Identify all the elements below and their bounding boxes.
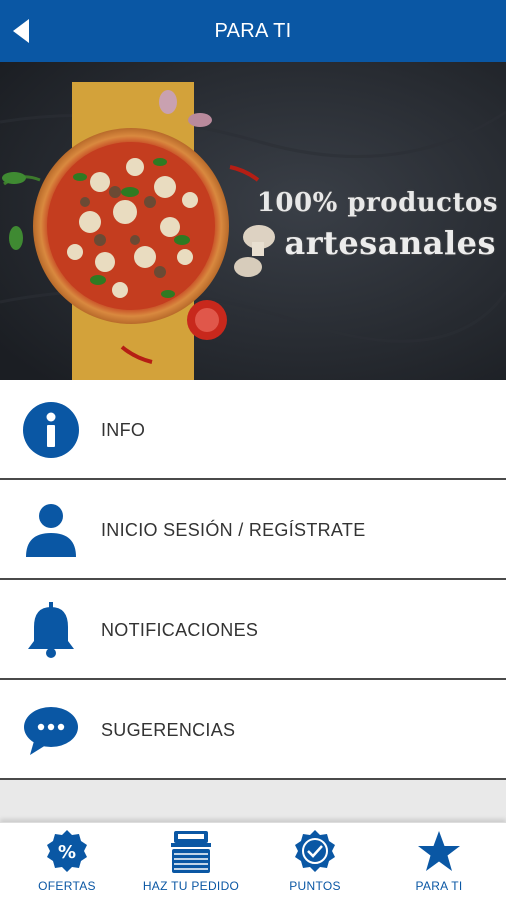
nav-tab-ofertas[interactable]: % OFERTAS [0,823,134,900]
nav-tab-label: PUNTOS [289,879,341,893]
star-icon [418,831,460,871]
percent-badge-icon: % [47,830,87,872]
pizza-box-icon [171,831,211,873]
svg-text:%: % [58,842,76,863]
menu-item-notifications[interactable]: NOTIFICACIONES [0,580,506,680]
banner-headline-line2: artesanales [284,224,496,262]
menu-item-info[interactable]: INFO [0,380,506,480]
user-icon [22,501,80,559]
promo-banner: 100% productos artesanales [0,62,506,380]
app-screen: PARA TI 100% productos artesanales INFO … [0,0,506,900]
nav-tab-label: OFERTAS [38,879,96,893]
nav-tab-para-ti[interactable]: PARA TI [372,823,506,900]
options-menu: INFO INICIO SESIÓN / REGÍSTRATE NOTIFICA… [0,380,506,780]
nav-tab-label: PARA TI [415,879,463,893]
menu-item-login-register[interactable]: INICIO SESIÓN / REGÍSTRATE [0,480,506,580]
banner-headline-line1: 100% productos [256,188,498,218]
nav-tab-puntos[interactable]: PUNTOS [248,823,382,900]
menu-item-label: SUGERENCIAS [101,720,236,740]
menu-item-label: NOTIFICACIONES [101,620,259,640]
bell-icon [22,601,80,659]
nav-tab-haz-tu-pedido[interactable]: HAZ TU PEDIDO [124,823,258,900]
pizza-banner-image [0,62,506,380]
page-title: PARA TI [214,20,292,42]
nav-tab-label: HAZ TU PEDIDO [142,879,240,893]
info-icon [22,401,80,459]
top-bar: PARA TI [0,0,506,62]
menu-item-suggestions[interactable]: SUGERENCIAS [0,680,506,780]
bottom-nav: % OFERTAS HAZ TU PEDIDO PUNTOS PARA TI [0,822,506,900]
check-seal-icon [295,830,335,872]
chat-bubble-icon [22,701,80,759]
menu-item-label: INFO [101,420,146,440]
menu-item-label: INICIO SESIÓN / REGÍSTRATE [101,520,366,540]
